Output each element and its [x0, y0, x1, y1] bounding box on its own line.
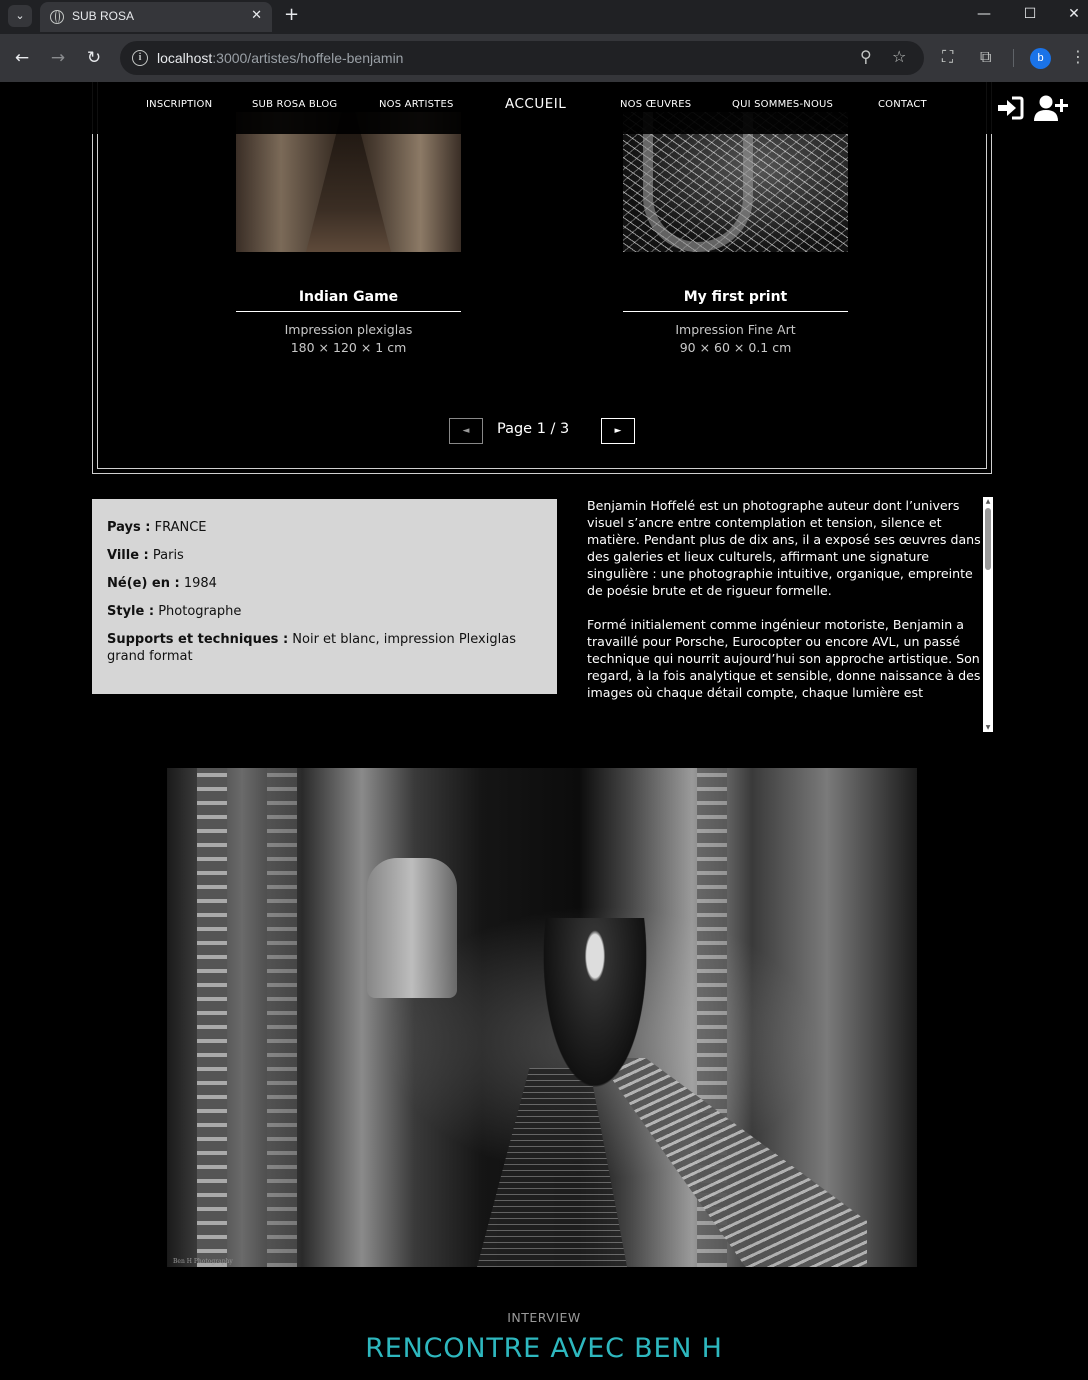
nav-blog[interactable]: SUB ROSA BLOG	[252, 99, 337, 110]
artwork-medium: Impression Fine Art	[675, 322, 796, 337]
featured-artwork-photo: Ben H Photography	[167, 768, 917, 1267]
tab-title: SUB ROSA	[72, 9, 135, 23]
artist-biography[interactable]: Benjamin Hoffelé est un photographe aute…	[587, 497, 993, 732]
minimize-icon[interactable]: —	[972, 6, 996, 22]
reload-icon[interactable]: ↻	[83, 47, 105, 69]
address-bar[interactable]: i localhost:3000/artistes/hoffele-benjam…	[120, 41, 924, 75]
window-close-icon[interactable]: ✕	[1062, 6, 1086, 22]
toolbar-separator	[1013, 49, 1014, 67]
artwork-title[interactable]: My first print	[623, 289, 848, 312]
artist-info-card: Pays : FRANCE Ville : Paris Né(e) en : 1…	[92, 499, 557, 694]
gallery-inner-border	[97, 82, 987, 469]
info-country: Pays : FRANCE	[107, 520, 207, 535]
scrollbar-thumb[interactable]	[985, 508, 991, 570]
page-indicator: Page 1 / 3	[497, 421, 570, 437]
nav-qui-sommes-nous[interactable]: QUI SOMMES-NOUS	[732, 99, 833, 110]
add-user-icon[interactable]	[1034, 94, 1068, 122]
nav-accueil[interactable]: ACCUEIL	[505, 96, 566, 112]
screenshot-extension-icon[interactable]: ⛶	[942, 47, 953, 67]
bio-paragraph: Benjamin Hoffelé est un photographe aute…	[587, 498, 981, 598]
zoom-icon[interactable]: ⚲	[860, 47, 872, 66]
back-icon[interactable]: ←	[11, 47, 33, 69]
profile-avatar[interactable]: b	[1030, 48, 1051, 69]
nav-artistes[interactable]: NOS ARTISTES	[379, 99, 454, 110]
nav-contact[interactable]: CONTACT	[878, 99, 927, 110]
info-birth-year: Né(e) en : 1984	[107, 576, 217, 591]
artwork-size: 90 × 60 × 0.1 cm	[679, 340, 792, 355]
interview-title: RENCONTRE AVEC BEN H	[365, 1333, 723, 1364]
close-tab-icon[interactable]: ✕	[251, 8, 262, 23]
bio-scrollbar[interactable]: ▲ ▼	[983, 497, 993, 732]
artwork-medium: Impression plexiglas	[284, 322, 413, 337]
browser-tab[interactable]: SUB ROSA ✕	[40, 2, 272, 32]
new-tab-icon[interactable]: +	[284, 4, 299, 25]
browser-toolbar: ← → ↻ i localhost:3000/artistes/hoffele-…	[0, 34, 1088, 82]
info-supports: Supports et techniques : Noir et blanc, …	[107, 632, 516, 664]
forward-icon[interactable]: →	[47, 47, 69, 69]
url-text[interactable]: localhost:3000/artistes/hoffele-benjamin	[157, 50, 403, 66]
bio-paragraph: Formé initialement comme ingénieur motor…	[587, 617, 981, 700]
browser-menu-icon[interactable]: ⋮	[1070, 47, 1086, 66]
photo-signature: Ben H Photography	[173, 1258, 233, 1265]
nav-inscription[interactable]: INSCRIPTION	[146, 99, 212, 110]
artworks-gallery	[92, 82, 992, 474]
maximize-icon[interactable]: ☐	[1018, 6, 1042, 22]
login-icon[interactable]	[996, 96, 1024, 120]
artwork-size: 180 × 120 × 1 cm	[290, 340, 407, 355]
tab-search-icon[interactable]: ⌄	[8, 5, 32, 27]
nav-oeuvres[interactable]: NOS ŒUVRES	[620, 99, 691, 110]
info-city: Ville : Paris	[107, 548, 184, 563]
site-navbar: INSCRIPTION SUB ROSA BLOG NOS ARTISTES A…	[92, 82, 992, 134]
scroll-up-icon[interactable]: ▲	[984, 498, 992, 505]
globe-icon	[50, 10, 64, 24]
site-info-icon[interactable]: i	[132, 50, 148, 66]
pagination: ◄ Page 1 / 3 ►	[0, 418, 1088, 444]
info-style: Style : Photographe	[107, 604, 242, 619]
interview-label: INTERVIEW	[507, 1310, 581, 1325]
next-page-button[interactable]: ►	[601, 418, 635, 444]
extensions-puzzle-icon[interactable]: ⧉	[980, 47, 991, 67]
page-viewport: Indian Game Impression plexiglas 180 × 1…	[0, 82, 1088, 1380]
artwork-title[interactable]: Indian Game	[236, 289, 461, 312]
bookmark-star-icon[interactable]: ☆	[892, 47, 906, 66]
prev-page-button[interactable]: ◄	[449, 418, 483, 444]
browser-tabbar: ⌄ SUB ROSA ✕ + — ☐ ✕	[0, 0, 1088, 34]
scroll-down-icon[interactable]: ▼	[984, 724, 992, 731]
